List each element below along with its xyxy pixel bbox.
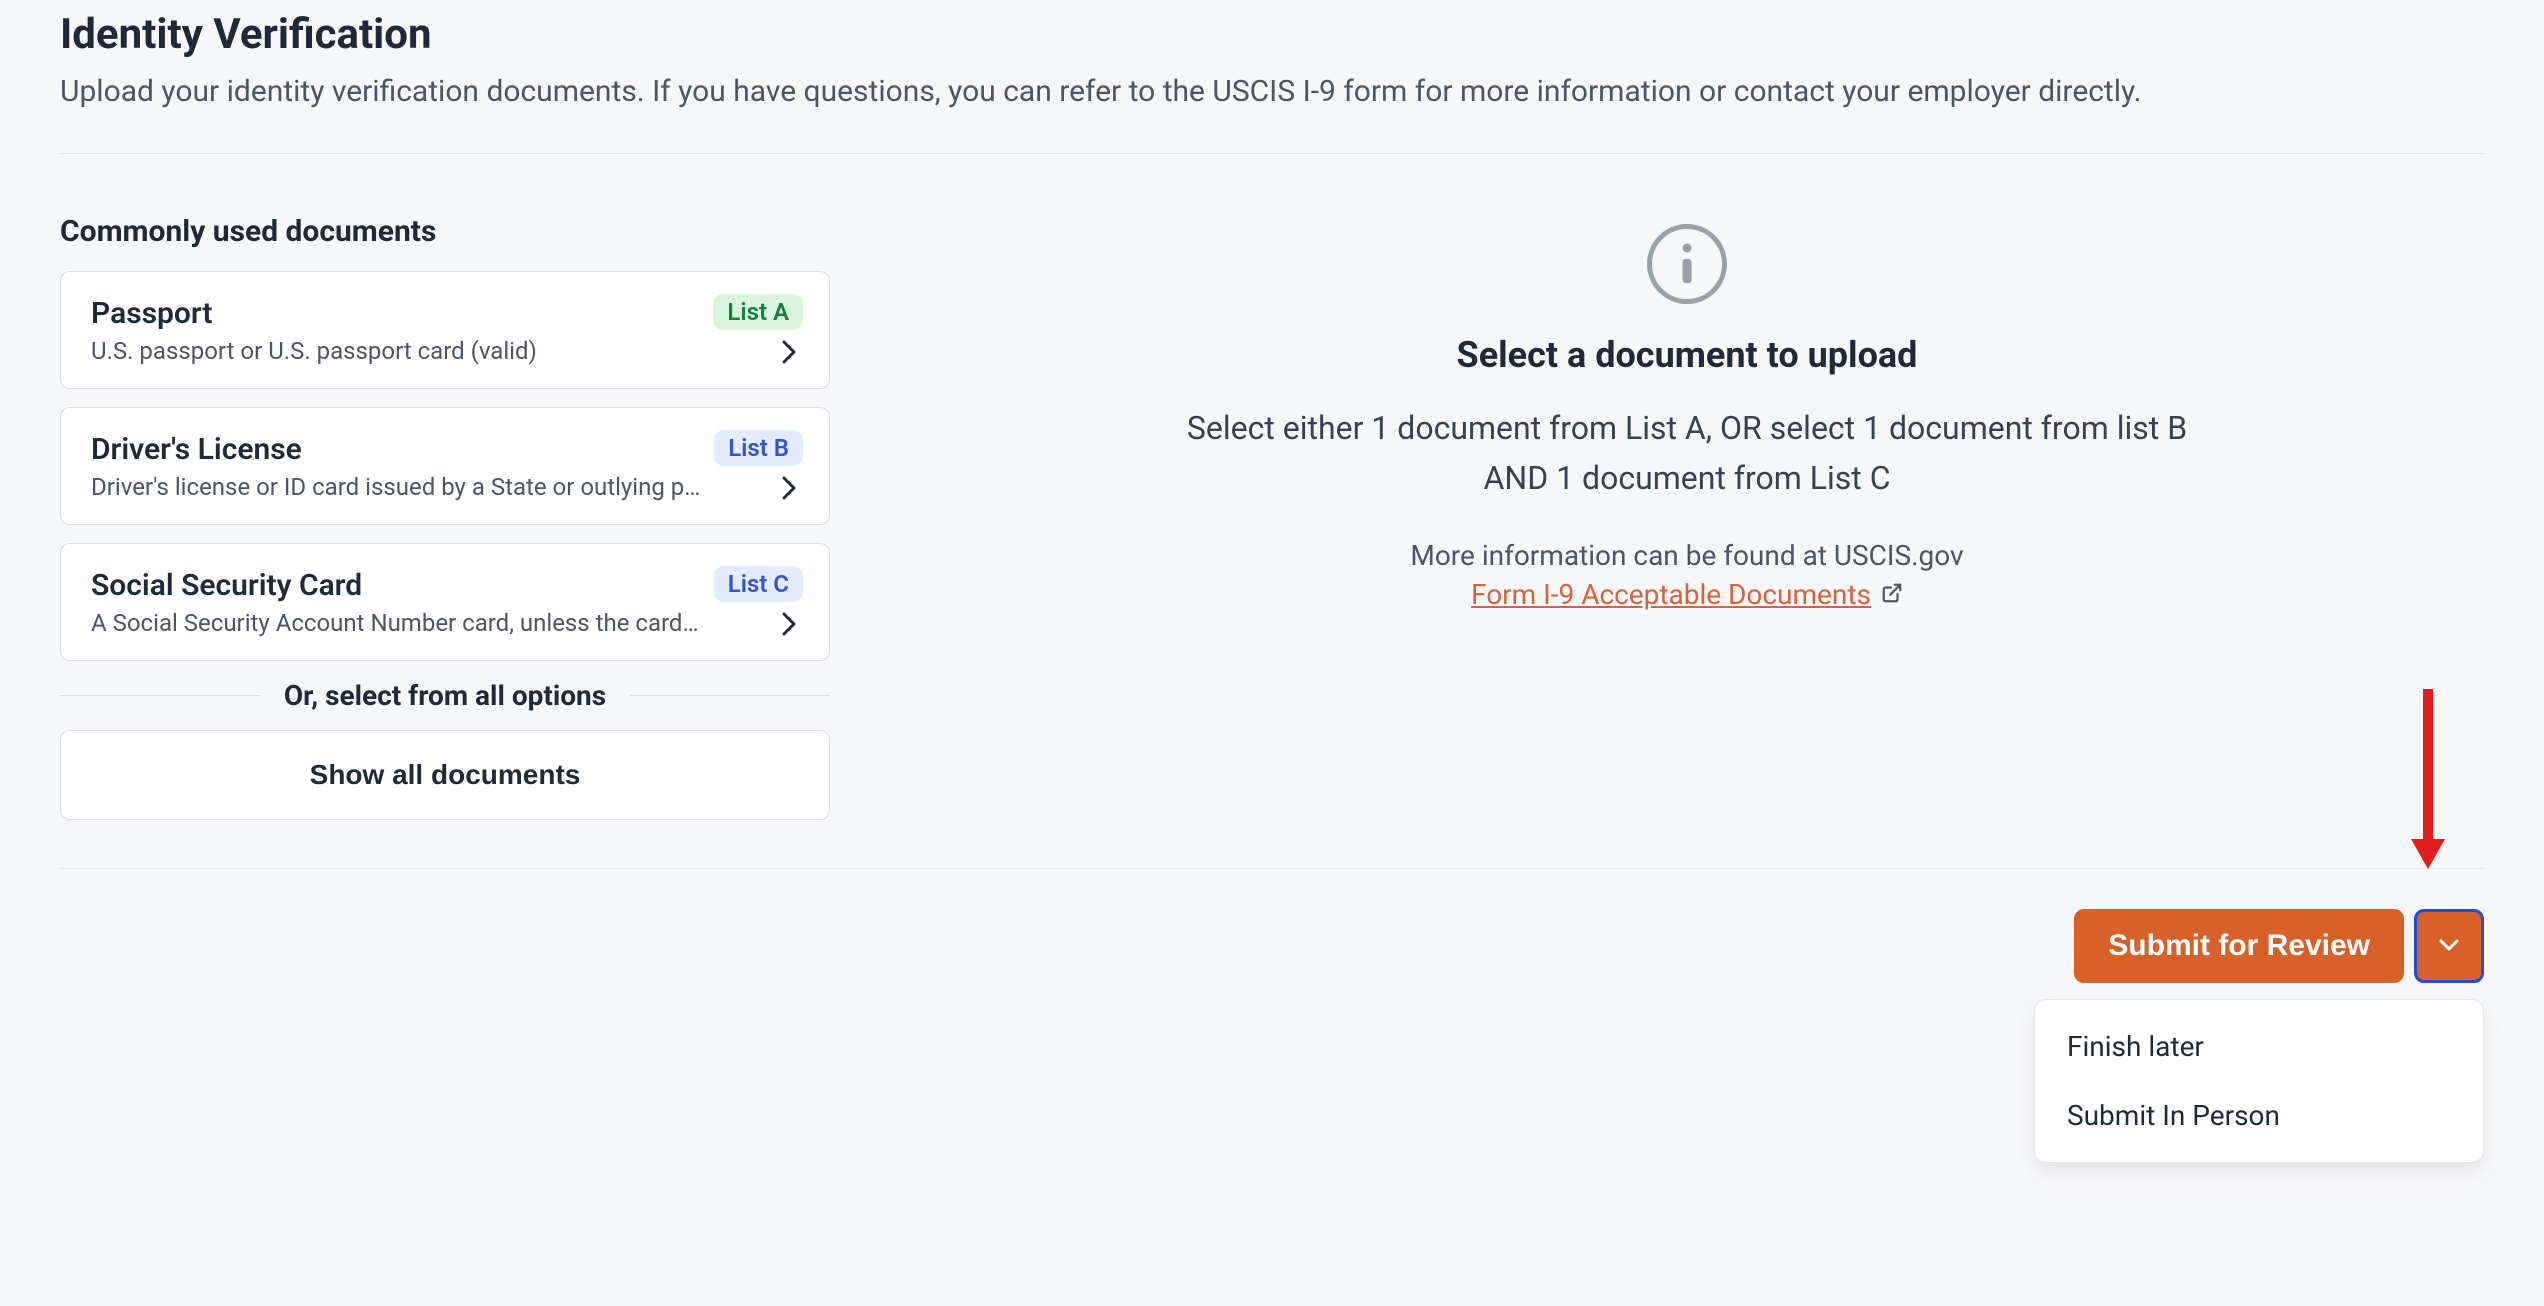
page-subtitle: Upload your identity verification docume… bbox=[60, 71, 2484, 113]
divider-text: Or, select from all options bbox=[284, 679, 606, 712]
annotation-arrow-icon bbox=[2408, 689, 2448, 873]
list-badge: List C bbox=[714, 566, 803, 602]
submit-dropdown-toggle[interactable] bbox=[2414, 909, 2484, 983]
chevron-right-icon bbox=[775, 610, 803, 638]
divider-line bbox=[630, 695, 830, 696]
document-card-social-security-card[interactable]: Social Security Card A Social Security A… bbox=[60, 543, 830, 661]
document-title: Social Security Card bbox=[91, 568, 702, 603]
chevron-right-icon bbox=[775, 338, 803, 366]
document-description: Driver's license or ID card issued by a … bbox=[91, 473, 702, 501]
document-card-drivers-license[interactable]: Driver's License Driver's license or ID … bbox=[60, 407, 830, 525]
form-i9-link[interactable]: Form I-9 Acceptable Documents bbox=[1471, 578, 1871, 611]
divider-line bbox=[60, 695, 260, 696]
section-heading-common-documents: Commonly used documents bbox=[60, 214, 830, 249]
document-description: U.S. passport or U.S. passport card (val… bbox=[91, 337, 701, 365]
info-icon bbox=[1647, 224, 1727, 304]
upload-heading: Select a document to upload bbox=[1457, 334, 1918, 376]
list-badge: List B bbox=[714, 430, 803, 466]
menu-item-submit-in-person[interactable]: Submit In Person bbox=[2035, 1081, 2483, 1150]
submit-for-review-button[interactable]: Submit for Review bbox=[2074, 909, 2404, 983]
document-description: A Social Security Account Number card, u… bbox=[91, 609, 702, 637]
chevron-right-icon bbox=[775, 474, 803, 502]
document-title: Driver's License bbox=[91, 432, 702, 467]
divider-or-select: Or, select from all options bbox=[60, 679, 830, 712]
header-block: Identity Verification Upload your identi… bbox=[60, 0, 2484, 154]
list-badge: List A bbox=[713, 294, 803, 330]
menu-item-finish-later[interactable]: Finish later bbox=[2035, 1012, 2483, 1081]
page-title: Identity Verification bbox=[60, 10, 2484, 59]
submit-button-group: Submit for Review Finish later Submit In… bbox=[2074, 909, 2484, 983]
show-all-documents-button[interactable]: Show all documents bbox=[60, 730, 830, 820]
document-card-passport[interactable]: Passport U.S. passport or U.S. passport … bbox=[60, 271, 830, 389]
upload-instructions: Select either 1 document from List A, OR… bbox=[1167, 404, 2207, 503]
external-link-icon bbox=[1881, 582, 1903, 608]
chevron-down-icon bbox=[2438, 938, 2460, 955]
more-info-text: More information can be found at USCIS.g… bbox=[1410, 539, 1963, 572]
submit-dropdown-menu: Finish later Submit In Person bbox=[2034, 999, 2484, 1163]
document-title: Passport bbox=[91, 296, 701, 331]
